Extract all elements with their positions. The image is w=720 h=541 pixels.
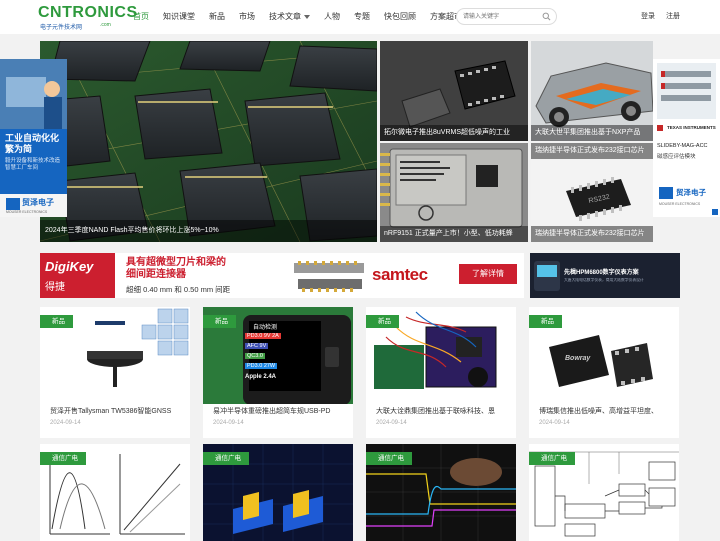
nav-new-products[interactable]: 新品: [202, 0, 232, 34]
samtec-logo: samtec: [372, 265, 428, 284]
tile-caption: 大联大世平集团推出基于NXP产品: [531, 125, 653, 141]
chevron-down-icon: [304, 14, 310, 19]
category-tag: 通信广电: [529, 452, 575, 465]
right-floating-ad[interactable]: TEXAS INSTRUMENTS SLIDEBY-MAG-ACC 磁感应评估模…: [653, 59, 720, 217]
category-tag: 通信广电: [40, 452, 86, 465]
logo-wordmark: CNTRONICS: [38, 4, 138, 21]
card-title[interactable]: 贸泽开售Tallysman TW5386智能GNSS: [50, 406, 185, 416]
nav-market[interactable]: 市场: [232, 0, 262, 34]
right-ad-desc: 磁感应评估模块: [657, 154, 696, 160]
nav-tech-articles[interactable]: 技术文章: [262, 0, 317, 34]
category-tag: 新品: [529, 315, 562, 328]
tile-caption: 瑞纳捷半导体正式发布232接口芯片: [531, 226, 653, 242]
category-tag: 新品: [203, 315, 236, 328]
tile-caption: nRF9151 正式量产上市！小型、低功耗蜂: [380, 226, 528, 242]
site-logo[interactable]: CNTRONICS 电子元件技术网 .com: [38, 4, 137, 31]
nav-tech-articles-label: 技术文章: [269, 12, 301, 21]
search-box: [456, 8, 557, 25]
hpm-banner[interactable]: 先楫HPM6800数字仪表方案 大唐大陆电话数字仪表，商用大陆数字仪表设计: [530, 253, 680, 298]
digikey-brand: DigiKey: [45, 259, 94, 274]
card-date: 2024-09-14: [539, 420, 570, 426]
left-ad-headline: 工业自动化化繁为简: [5, 133, 60, 154]
news-tile[interactable]: 大联大世平集团推出基于NXP产品: [531, 41, 653, 141]
usb-screen-line: Apple 2.4A: [245, 374, 277, 380]
nav-home[interactable]: 首页: [126, 0, 156, 34]
news-tile[interactable]: 瑞纳捷半导体正式发布232接口芯片 RS232 瑞纳捷半导体正式发布232接口芯…: [531, 143, 653, 242]
hero-caption: 2024年三季度NAND Flash平均售价将环比上涨5%~10%: [40, 220, 377, 242]
main-nav: 首页 知识课堂 新品 市场 技术文章 人物 专题 快包回顾 方案超市: [126, 0, 469, 34]
right-ad-ti-brand: TEXAS INSTRUMENTS: [667, 125, 716, 130]
news-card[interactable]: Bowray 新品 博瑞集信推出低噪声、高增益平坦度、 2024-09-14: [529, 307, 679, 438]
memory-board-image: [40, 41, 377, 242]
card-title[interactable]: 易冲半导体重磅推出超简车规USB-PD: [213, 406, 348, 416]
right-ad-brand: 贸泽电子: [676, 188, 706, 197]
news-card[interactable]: 通信广电: [203, 444, 353, 541]
left-ad-brand: 贸泽电子: [22, 198, 54, 207]
news-card[interactable]: 通信广电: [366, 444, 516, 541]
usb-screen-line: 自动检测: [253, 325, 278, 331]
logo-subtitle: 电子元件技术网: [40, 25, 83, 31]
category-tag: 通信广电: [366, 452, 412, 465]
card-date: 2024-09-14: [50, 420, 81, 426]
nav-review[interactable]: 快包回顾: [377, 0, 423, 34]
nav-people[interactable]: 人物: [317, 0, 347, 34]
card-date: 2024-09-14: [376, 420, 407, 426]
chip-brand-marking: Bowray: [565, 355, 591, 362]
left-ad-brand-en: MOUSER ELECTRONICS: [6, 210, 48, 214]
register-link[interactable]: 注册: [666, 0, 680, 34]
news-tile[interactable]: 拓尔微电子推出8uVRMS超低噪声的工业: [380, 41, 528, 141]
left-ad-subline: 毅升设备和新技术改造智慧工厂车间: [5, 158, 61, 171]
right-ad-product: SLIDEBY-MAG-ACC: [657, 143, 708, 149]
digikey-brand-cn: 得捷: [45, 282, 65, 293]
logo-domain: .com: [100, 22, 111, 28]
learn-more-button[interactable]: 了解详情: [459, 264, 517, 284]
card-title[interactable]: 博瑞集信推出低噪声、高增益平坦度、: [539, 406, 674, 416]
digikey-logo-block: DigiKey 得捷: [40, 253, 115, 298]
news-tile[interactable]: nRF9151 正式量产上市！小型、低功耗蜂: [380, 143, 528, 242]
usb-screen-line: QC3.0: [245, 353, 265, 359]
banner-headline-2: 细间距连接器: [126, 269, 186, 280]
search-icon[interactable]: [542, 12, 551, 21]
hero-slide[interactable]: 2024年三季度NAND Flash平均售价将环比上涨5%~10%: [40, 41, 377, 242]
search-input[interactable]: [463, 11, 541, 22]
banner-spec: 超细 0.40 mm 和 0.50 mm 间距: [126, 285, 231, 294]
news-card[interactable]: 新品 贸泽开售Tallysman TW5386智能GNSS 2024-09-14: [40, 307, 190, 438]
news-card[interactable]: 自动检测 PD3.0 9V 2A AFC 9V QC3.0 PD3.0 27W …: [203, 307, 353, 438]
hpm-banner-sub: 大唐大陆电话数字仪表，商用大陆数字仪表设计: [564, 278, 644, 282]
news-card[interactable]: 通信广电: [529, 444, 679, 541]
nav-topics[interactable]: 专题: [347, 0, 377, 34]
category-tag: 通信广电: [203, 452, 249, 465]
site-header: CNTRONICS 电子元件技术网 .com 首页 知识课堂 新品 市场 技术文…: [0, 0, 720, 34]
category-tag: 新品: [366, 315, 399, 328]
usb-screen-line: PD3.0 9V 2A: [245, 333, 281, 339]
card-title[interactable]: 大联大诠鼎集团推出基于联咏科技、恩: [376, 406, 511, 416]
card-date: 2024-09-14: [213, 420, 244, 426]
right-ad-brand-en: MOUSER ELECTRONICS: [659, 202, 701, 206]
nav-knowledge[interactable]: 知识课堂: [156, 0, 202, 34]
digikey-banner[interactable]: DigiKey 得捷 具有超微型刀片和梁的 细间距连接器 超细 0.40 mm …: [40, 253, 524, 298]
hpm-banner-title: 先楫HPM6800数字仪表方案: [564, 270, 639, 276]
close-icon[interactable]: [712, 209, 718, 215]
left-floating-ad[interactable]: 工业自动化化繁为简 毅升设备和新技术改造智慧工厂车间 贸泽电子 MOUSER E…: [0, 59, 67, 217]
banner-headline-1: 具有超微型刀片和梁的: [126, 257, 226, 268]
category-tag: 新品: [40, 315, 73, 328]
login-link[interactable]: 登录: [641, 0, 655, 34]
usb-screen-line: AFC 9V: [245, 343, 269, 349]
connector-image: [294, 261, 364, 292]
news-card[interactable]: 新品 大联大诠鼎集团推出基于联咏科技、恩 2024-09-14: [366, 307, 516, 438]
news-card[interactable]: 通信广电: [40, 444, 190, 541]
tile-caption: 拓尔微电子推出8uVRMS超低噪声的工业: [380, 125, 528, 141]
usb-screen-line: PD3.0 27W: [245, 363, 278, 369]
